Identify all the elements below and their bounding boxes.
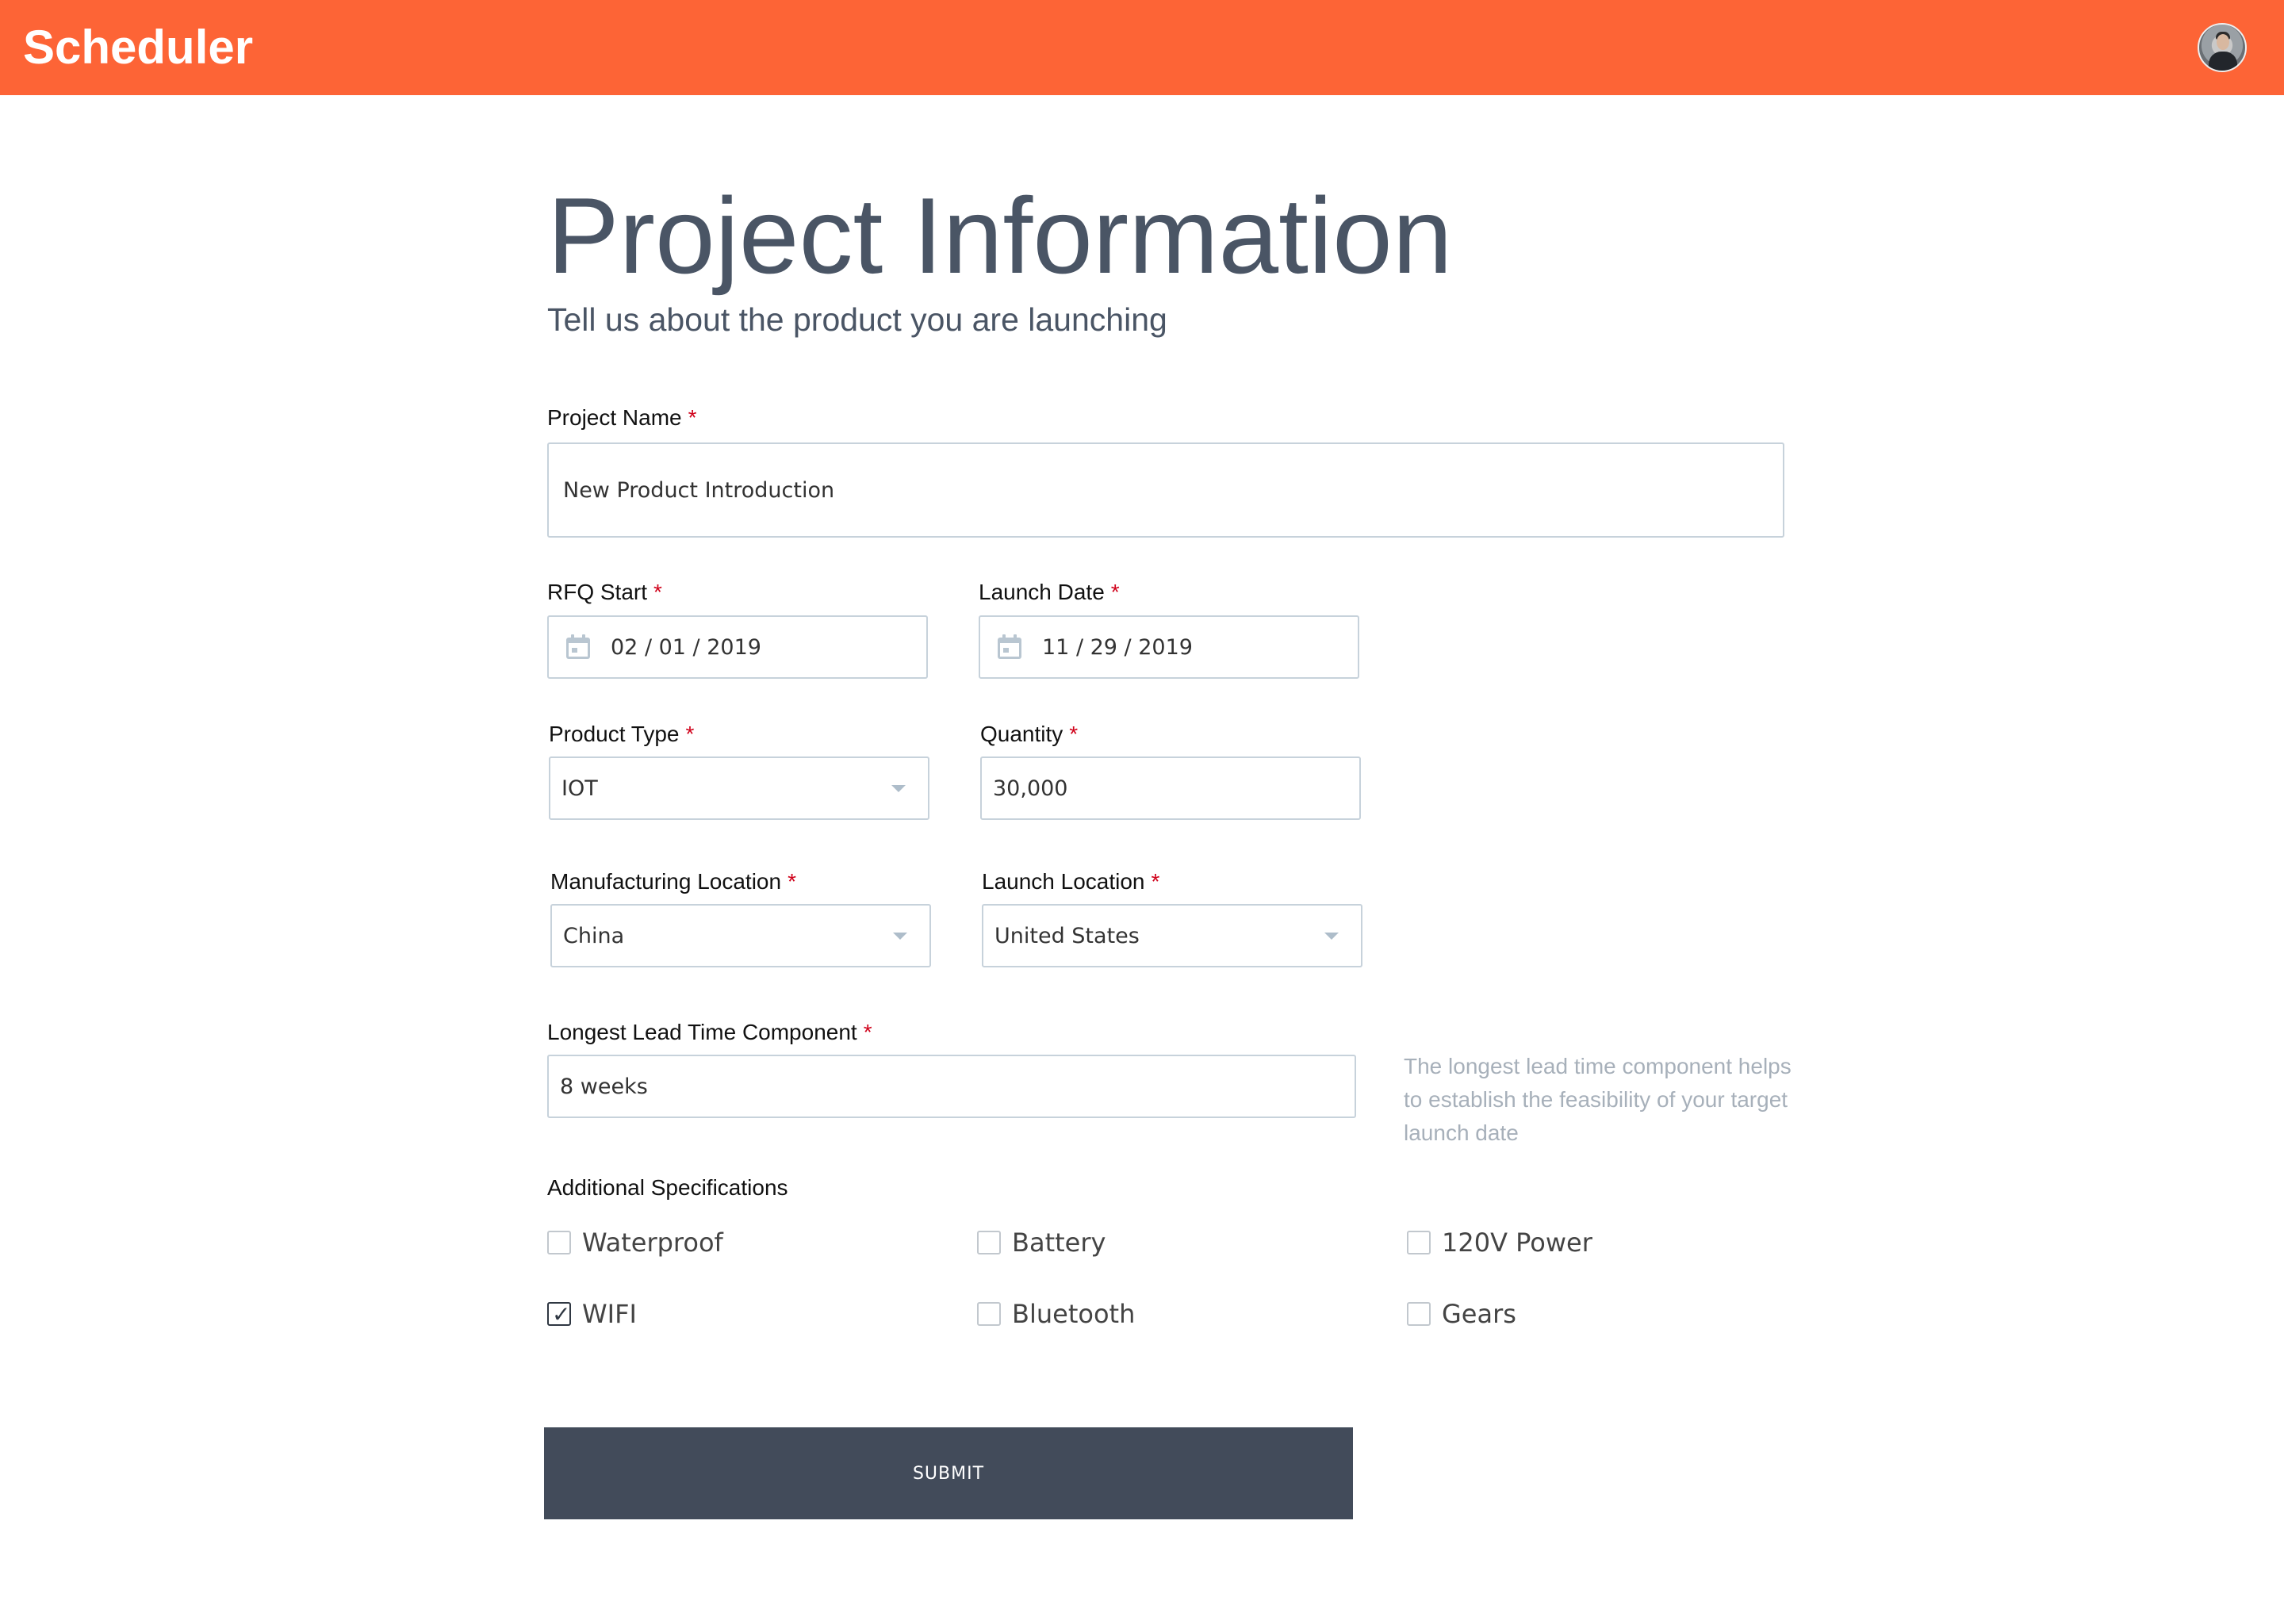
avatar-head bbox=[2217, 34, 2229, 50]
rfq-start-label-text: RFQ Start bbox=[547, 580, 648, 604]
project-name-value: New Product Introduction bbox=[563, 478, 835, 503]
manufacturing-location-label-text: Manufacturing Location bbox=[550, 869, 782, 894]
launch-location-select[interactable]: United States bbox=[982, 904, 1362, 967]
required-marker: * bbox=[1069, 722, 1079, 746]
additional-specs-label: Additional Specifications bbox=[547, 1175, 788, 1200]
launch-location-label: Launch Location * bbox=[982, 868, 1159, 895]
chevron-down-icon[interactable] bbox=[1324, 933, 1339, 940]
calendar-icon[interactable] bbox=[565, 634, 592, 661]
product-type-select[interactable]: IOT bbox=[549, 756, 929, 820]
checkbox-label[interactable]: Waterproof bbox=[582, 1226, 723, 1259]
manufacturing-location-value: China bbox=[563, 924, 625, 948]
checkbox-label[interactable]: Gears bbox=[1442, 1297, 1516, 1331]
checkbox-box[interactable] bbox=[977, 1302, 1001, 1326]
required-marker: * bbox=[788, 869, 796, 894]
checkbox-label[interactable]: WIFI bbox=[582, 1297, 637, 1331]
checkbox-label[interactable]: 120V Power bbox=[1442, 1226, 1592, 1259]
avatar-body bbox=[2209, 52, 2237, 71]
lead-time-value: 8 weeks bbox=[560, 1074, 648, 1099]
checkbox-box[interactable] bbox=[977, 1231, 1001, 1254]
lead-time-input[interactable]: 8 weeks bbox=[547, 1055, 1356, 1118]
rfq-start-date-input[interactable]: 02 / 01 / 2019 bbox=[547, 615, 928, 679]
required-marker: * bbox=[653, 580, 662, 604]
quantity-label-text: Quantity bbox=[980, 722, 1063, 746]
required-marker: * bbox=[688, 405, 697, 430]
app-header-bar: Scheduler bbox=[0, 0, 2284, 95]
checkbox-box[interactable]: ✓ bbox=[547, 1302, 571, 1326]
checkbox-box[interactable] bbox=[1407, 1231, 1431, 1254]
manufacturing-location-label: Manufacturing Location * bbox=[550, 868, 796, 895]
project-name-input[interactable]: New Product Introduction bbox=[547, 442, 1784, 538]
submit-button[interactable]: SUBMIT bbox=[544, 1427, 1353, 1519]
lead-time-label-text: Longest Lead Time Component bbox=[547, 1020, 857, 1044]
checkbox-box[interactable] bbox=[1407, 1302, 1431, 1326]
page-title: Project Information bbox=[547, 175, 1453, 296]
page-subtitle: Tell us about the product you are launch… bbox=[547, 301, 1167, 338]
required-marker: * bbox=[685, 722, 695, 746]
product-type-value: IOT bbox=[561, 776, 598, 801]
launch-date-label-text: Launch Date bbox=[979, 580, 1105, 604]
app-title: Scheduler bbox=[23, 21, 254, 74]
required-marker: * bbox=[1151, 869, 1160, 894]
launch-location-value: United States bbox=[994, 924, 1140, 948]
checkbox-label[interactable]: Battery bbox=[1012, 1226, 1106, 1259]
launch-date-label: Launch Date * bbox=[979, 579, 1120, 606]
calendar-icon[interactable] bbox=[996, 634, 1023, 661]
checkbox-box[interactable] bbox=[547, 1231, 571, 1254]
chevron-down-icon[interactable] bbox=[893, 933, 907, 940]
lead-time-help-text: The longest lead time component helps to… bbox=[1404, 1054, 1792, 1145]
user-avatar[interactable] bbox=[2198, 23, 2247, 72]
quantity-input[interactable]: 30,000 bbox=[980, 756, 1361, 820]
lead-time-label: Longest Lead Time Component * bbox=[547, 1019, 872, 1046]
chevron-down-icon[interactable] bbox=[891, 785, 906, 792]
product-type-label: Product Type * bbox=[549, 721, 694, 748]
required-marker: * bbox=[863, 1020, 872, 1044]
quantity-label: Quantity * bbox=[980, 721, 1078, 748]
checkbox-label[interactable]: Bluetooth bbox=[1012, 1297, 1135, 1331]
rfq-start-value: 02 / 01 / 2019 bbox=[611, 635, 761, 660]
manufacturing-location-select[interactable]: China bbox=[550, 904, 931, 967]
launch-location-label-text: Launch Location bbox=[982, 869, 1145, 894]
launch-date-value: 11 / 29 / 2019 bbox=[1042, 635, 1193, 660]
project-name-label: Project Name * bbox=[547, 404, 697, 431]
required-marker: * bbox=[1110, 580, 1120, 604]
quantity-value: 30,000 bbox=[993, 776, 1068, 801]
rfq-start-label: RFQ Start * bbox=[547, 579, 662, 606]
product-type-label-text: Product Type bbox=[549, 722, 680, 746]
launch-date-input[interactable]: 11 / 29 / 2019 bbox=[979, 615, 1359, 679]
project-name-label-text: Project Name bbox=[547, 405, 682, 430]
checkmark-icon: ✓ bbox=[552, 1301, 571, 1327]
